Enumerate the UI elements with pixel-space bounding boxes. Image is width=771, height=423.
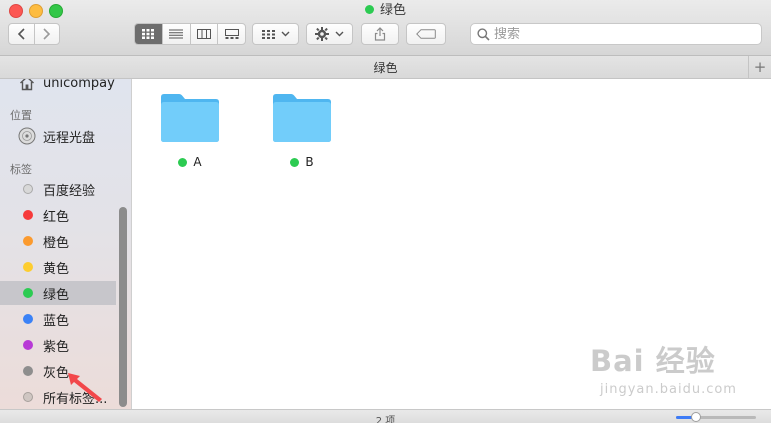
title-tag-dot [364,5,374,14]
folder-label: A [178,155,202,169]
sidebar-item-label: 黄色 [43,261,70,277]
red-arrow-annotation-icon [68,373,102,402]
slider-knob[interactable] [691,412,701,422]
home-icon [18,79,36,92]
sidebar-item-label: 远程光盘 [43,130,96,146]
new-tab-button[interactable]: + [748,56,771,78]
icon-view-button[interactable] [135,24,162,44]
sidebar-section-tags: 标签 [10,163,32,176]
tag-dot-icon [23,210,33,220]
icon-size-slider[interactable] [676,412,756,422]
icon-view-icon [142,29,155,39]
folder-item[interactable]: B [271,93,333,169]
sidebar-tag-red[interactable]: 红色 [0,203,116,227]
list-view-button[interactable] [161,24,190,44]
folder-name: A [193,155,202,169]
window-title-text: 绿色 [379,3,406,18]
tag-dot-icon [23,340,33,350]
sidebar-tag-baidu[interactable]: 百度经验 [0,177,116,201]
sidebar-item-remote-disc[interactable]: 远程光盘 [0,124,116,148]
sidebar-scrollbar[interactable] [119,207,127,407]
action-menu-button[interactable] [306,23,353,45]
sidebar: unicompay 位置 远程光盘 标签 百度经验 红色 橙色 黄色 绿色 蓝色… [0,79,132,409]
sidebar-tag-blue[interactable]: 蓝色 [0,307,116,331]
status-bar: 2 项 [0,409,771,423]
watermark-logo: Bai 经验 [590,344,716,378]
gallery-view-icon [224,29,239,39]
path-bar-title: 绿色 [373,61,398,75]
folder-name: B [305,155,314,169]
item-count: 2 项 [375,416,396,423]
forward-button[interactable] [33,24,60,44]
sidebar-tag-yellow[interactable]: 黄色 [0,255,116,279]
sidebar-tag-green[interactable]: 绿色 [0,281,116,305]
sidebar-item-label: 绿色 [43,287,70,303]
tag-dot-icon [23,184,33,194]
search-icon [477,27,490,41]
tag-dot-icon [23,262,33,272]
tag-dot-icon [178,157,188,167]
view-mode-switcher [134,23,246,45]
column-view-icon [196,29,211,39]
sidebar-item-unicompay[interactable]: unicompay [0,79,116,95]
watermark-url: jingyan.baidu.com [600,382,737,397]
tag-dot-icon [23,236,33,246]
chevron-right-icon [43,28,51,40]
list-view-icon [169,29,184,39]
chevron-down-icon [335,31,344,37]
group-by-button[interactable] [252,23,299,45]
gear-icon [315,27,329,41]
sidebar-item-label: 紫色 [43,339,70,355]
tag-dot-icon [23,314,33,324]
share-icon [374,27,386,41]
toolbar: 绿色 [0,0,771,56]
folder-item[interactable]: A [159,93,221,169]
folder-icon [161,94,219,142]
baidu-watermark: Bai 经验 jingyan.baidu.com [590,338,737,397]
all-tags-icon [23,392,33,402]
sidebar-item-label: 红色 [43,209,70,225]
column-view-button[interactable] [189,24,218,44]
sidebar-item-label: unicompay [43,79,115,91]
sidebar-tag-purple[interactable]: 紫色 [0,333,116,357]
tag-dot-icon [23,366,33,376]
folder-icon [273,94,331,142]
tag-dot-icon [23,288,33,298]
remote-disc-icon [18,127,36,145]
sidebar-item-label: 橙色 [43,235,70,251]
gallery-view-button[interactable] [217,24,245,44]
share-button[interactable] [361,23,399,45]
tag-icon [416,29,436,39]
arrange-grid-icon [261,29,275,39]
sidebar-section-locations: 位置 [10,109,32,122]
folder-label: B [290,155,314,169]
search-input[interactable] [494,26,734,42]
sidebar-item-label: 蓝色 [43,313,70,329]
window-title: 绿色 [0,2,771,19]
edit-tags-button[interactable] [406,23,446,45]
sidebar-tag-orange[interactable]: 橙色 [0,229,116,253]
path-bar: 绿色 + [0,56,771,79]
plus-icon: + [753,58,767,76]
sidebar-item-label: 百度经验 [43,183,96,199]
search-field[interactable] [470,23,762,45]
nav-buttons [8,23,60,45]
chevron-left-icon [17,28,25,40]
tag-dot-icon [290,157,300,167]
finder-window: 绿色 搜索 绿色 + unicompay 位置 远程光盘 标签 百度经验 红色 … [0,0,771,423]
chevron-down-icon [281,31,289,37]
back-button[interactable] [9,24,34,44]
